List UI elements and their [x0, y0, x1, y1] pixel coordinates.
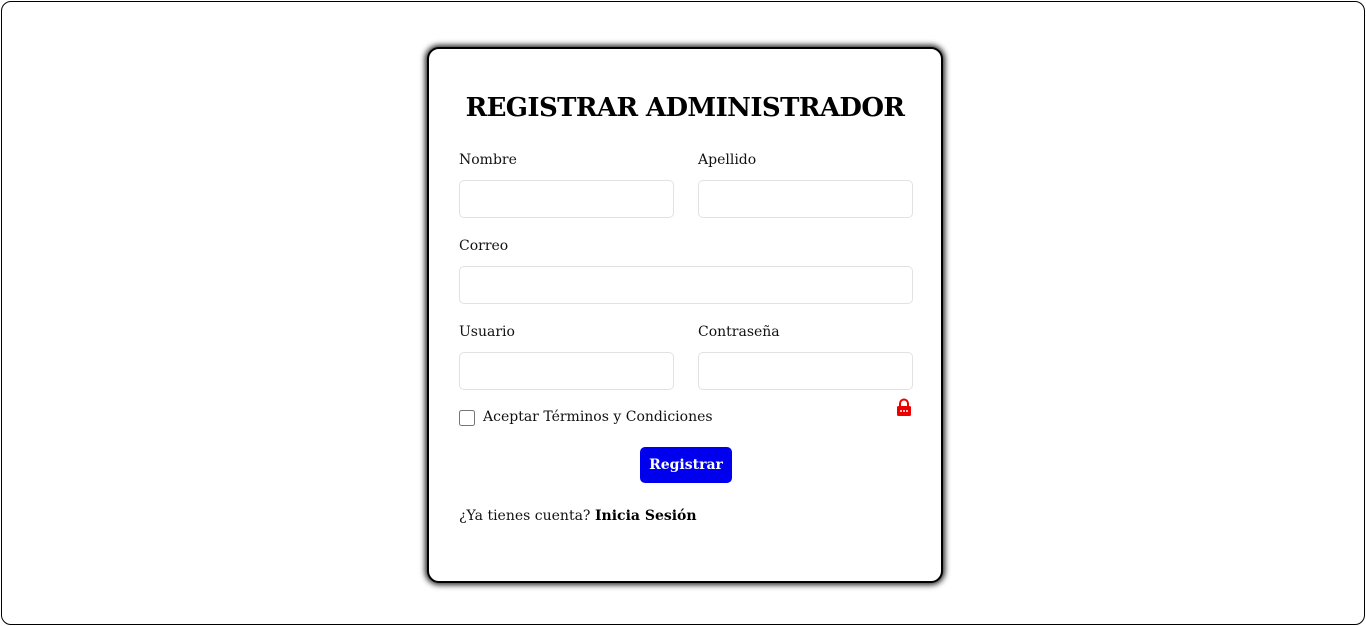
nombre-input[interactable] — [459, 180, 674, 218]
apellido-label: Apellido — [698, 152, 757, 168]
terms-checkbox[interactable] — [459, 410, 475, 426]
usuario-input[interactable] — [459, 352, 674, 390]
contrasena-label: Contraseña — [698, 324, 780, 340]
apellido-input[interactable] — [698, 180, 913, 218]
nombre-label: Nombre — [459, 152, 517, 168]
login-prompt: ¿Ya tienes cuenta? — [459, 508, 591, 524]
browser-frame: REGISTRAR ADMINISTRADOR Nombre Apellido … — [1, 1, 1365, 625]
terms-label[interactable]: Aceptar Términos y Condiciones — [483, 409, 713, 425]
usuario-label: Usuario — [459, 324, 515, 340]
register-card: REGISTRAR ADMINISTRADOR Nombre Apellido … — [427, 47, 943, 583]
correo-input[interactable] — [459, 266, 913, 304]
contrasena-input[interactable] — [698, 352, 913, 390]
register-button[interactable]: Registrar — [640, 447, 732, 483]
lock-icon[interactable] — [896, 398, 912, 416]
correo-label: Correo — [459, 238, 509, 254]
page-title: REGISTRAR ADMINISTRADOR — [465, 93, 905, 123]
login-link[interactable]: Inicia Sesión — [595, 508, 697, 524]
